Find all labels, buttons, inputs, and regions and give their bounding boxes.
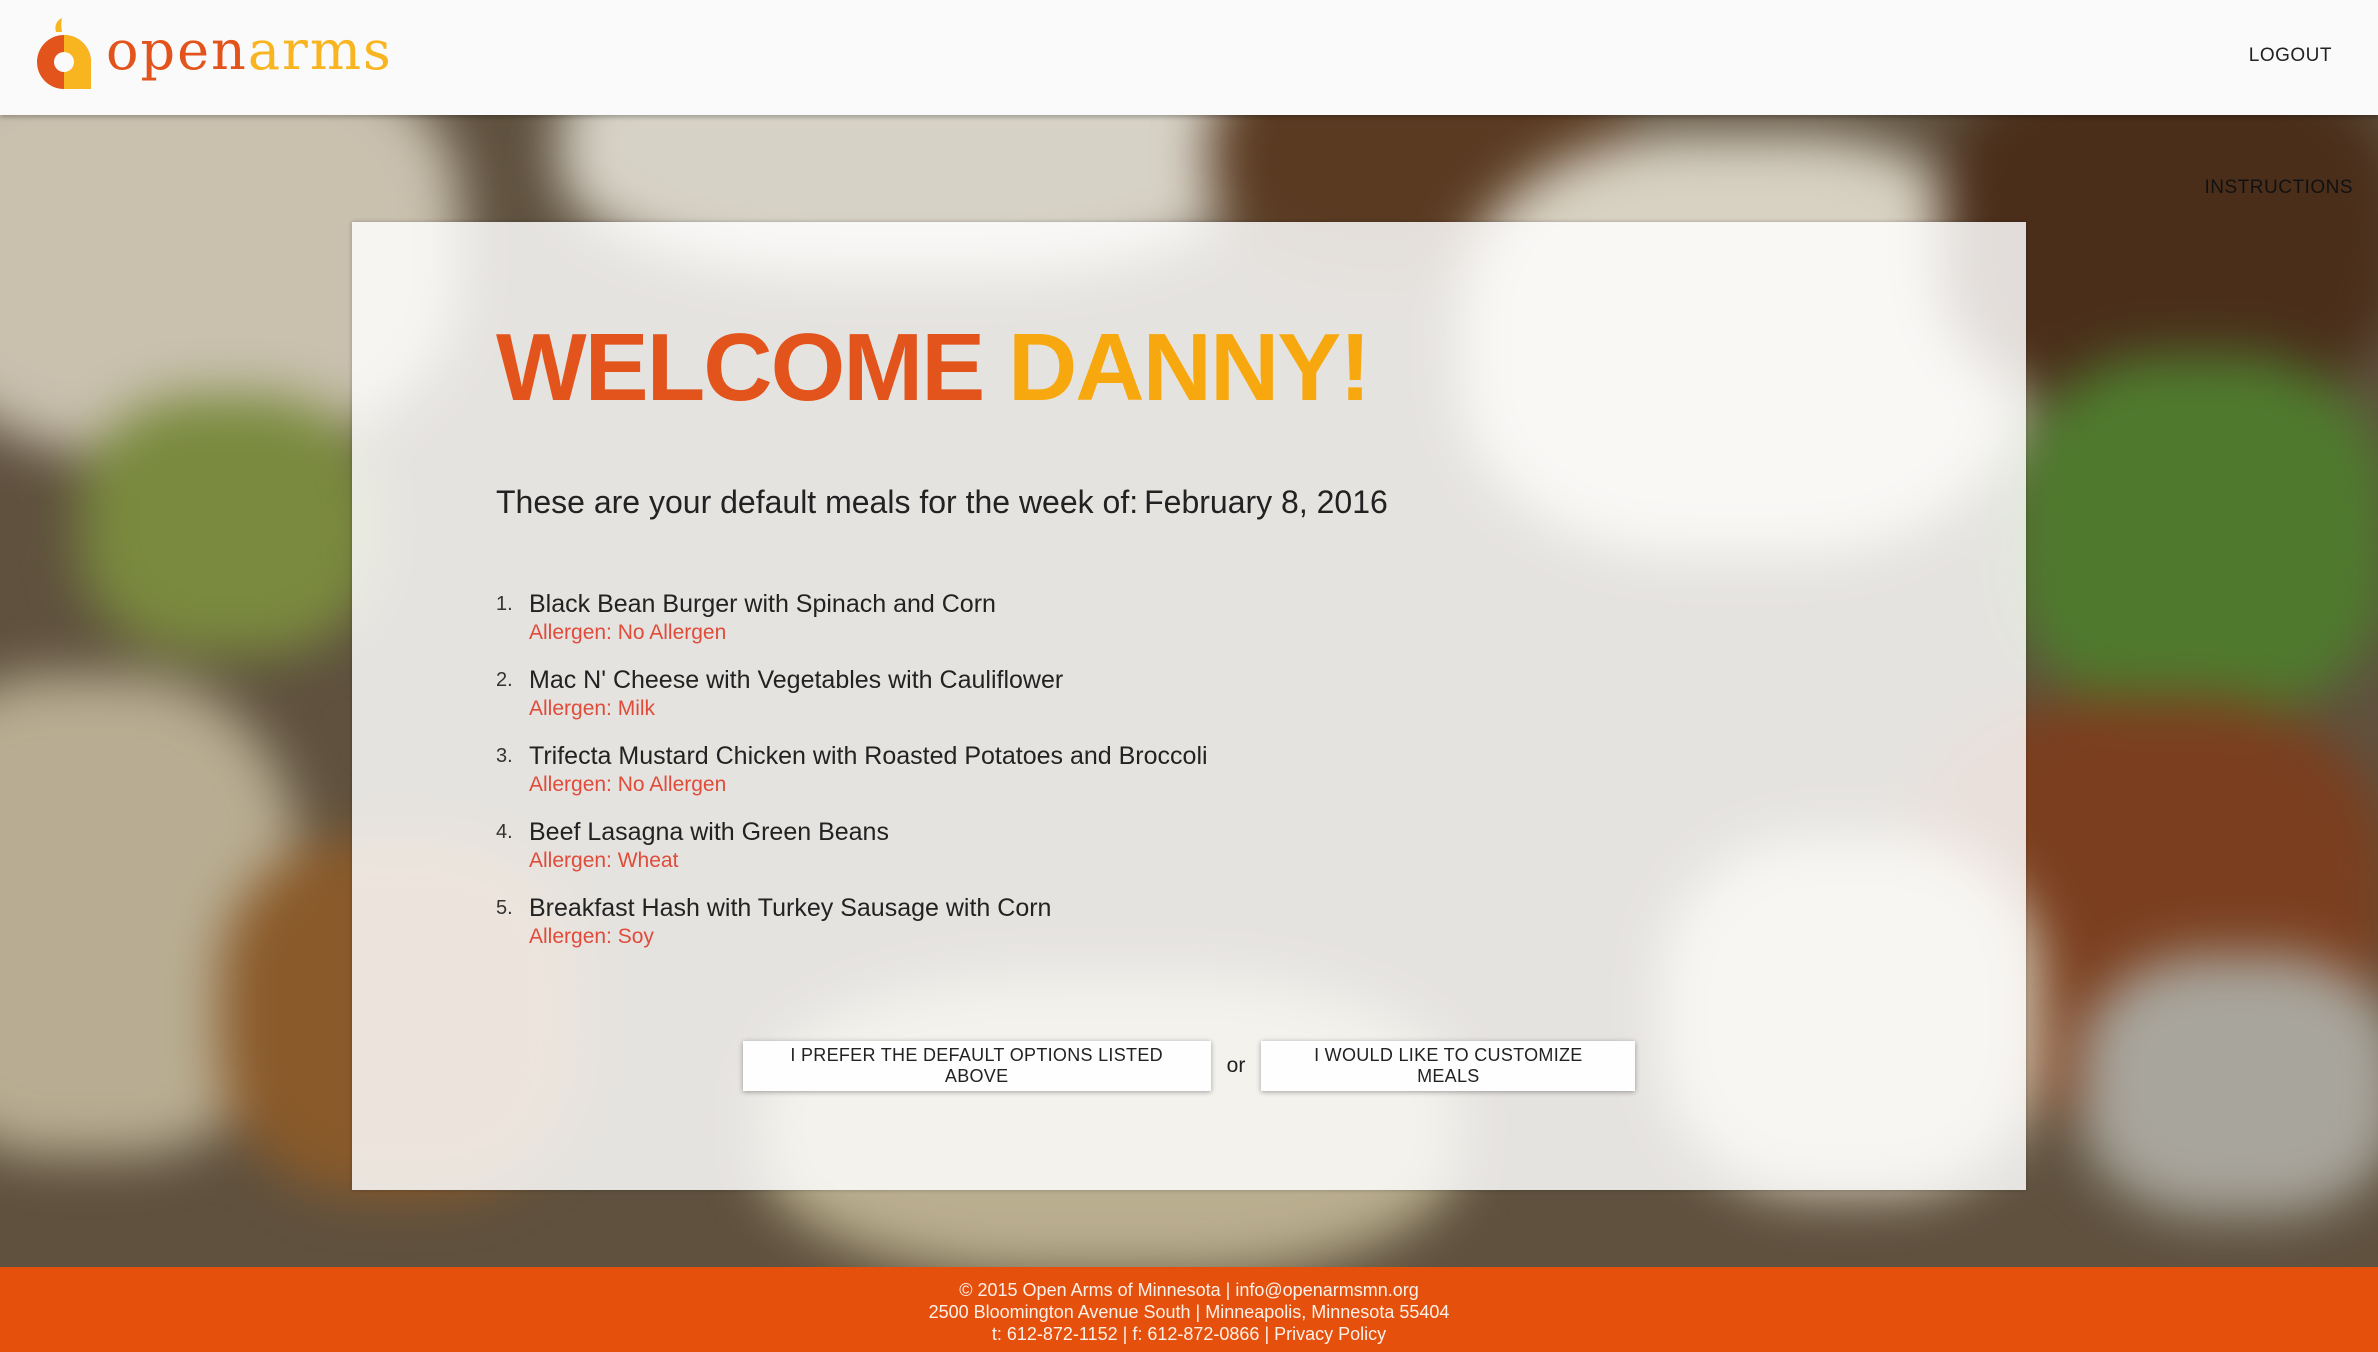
logout-link[interactable]: LOGOUT: [2249, 45, 2332, 67]
footer-separator: |: [1225, 1280, 1231, 1300]
meal-item: 3. Trifecta Mustard Chicken with Roasted…: [496, 740, 1208, 816]
meal-allergen: Allergen: No Allergen: [529, 621, 727, 644]
meal-number: 2.: [496, 669, 513, 691]
meal-name: Beef Lasagna with Green Beans: [529, 818, 889, 846]
meal-item: 5. Breakfast Hash with Turkey Sausage wi…: [496, 892, 1208, 968]
footer-separator: |: [1195, 1302, 1201, 1322]
meal-name: Black Bean Burger with Spinach and Corn: [529, 590, 996, 618]
meal-item: 1. Black Bean Burger with Spinach and Co…: [496, 588, 1208, 664]
meal-name: Mac N' Cheese with Vegetables with Cauli…: [529, 666, 1064, 694]
meal-name: Breakfast Hash with Turkey Sausage with …: [529, 894, 1052, 922]
meal-allergen: Allergen: Milk: [529, 697, 656, 720]
footer-line-1: © 2015 Open Arms of Minnesota | info@ope…: [0, 1279, 2378, 1301]
welcome-user-name: DANNY!: [1007, 314, 1371, 421]
footer-city: Minneapolis, Minnesota 55404: [1205, 1302, 1450, 1322]
default-meal-list: 1. Black Bean Burger with Spinach and Co…: [496, 588, 1208, 968]
meal-allergen: Allergen: No Allergen: [529, 773, 727, 796]
welcome-word: WELCOME: [496, 314, 985, 421]
footer-privacy-link[interactable]: Privacy Policy: [1274, 1324, 1386, 1344]
footer-fax: f: 612-872-0866: [1132, 1324, 1260, 1344]
or-separator: or: [1226, 1054, 1246, 1077]
footer-separator: |: [1264, 1324, 1270, 1344]
meal-choice-actions: I PREFER THE DEFAULT OPTIONS LISTED ABOV…: [352, 1041, 2026, 1091]
site-footer: © 2015 Open Arms of Minnesota | info@ope…: [0, 1267, 2378, 1352]
meal-name: Trifecta Mustard Chicken with Roasted Po…: [529, 742, 1208, 770]
meal-number: 5.: [496, 897, 513, 919]
footer-email-link[interactable]: info@openarmsmn.org: [1235, 1280, 1418, 1300]
logo-wordmark: openarms: [106, 24, 393, 78]
site-header: openarms LOGOUT: [0, 0, 2378, 115]
meal-number: 3.: [496, 745, 513, 767]
meal-number: 4.: [496, 821, 513, 843]
meal-item: 2. Mac N' Cheese with Vegetables with Ca…: [496, 664, 1208, 740]
footer-separator: |: [1122, 1324, 1128, 1344]
meal-allergen: Allergen: Soy: [529, 925, 654, 948]
footer-address: 2500 Bloomington Avenue South: [928, 1302, 1191, 1322]
instructions-link[interactable]: INSTRUCTIONS: [2205, 177, 2354, 199]
apple-a-logo-icon: [37, 18, 91, 89]
footer-line-3: t: 612-872-1152 | f: 612-872-0866 | Priv…: [0, 1323, 2378, 1345]
meal-allergen: Allergen: Wheat: [529, 849, 679, 872]
openarms-logo[interactable]: openarms: [34, 18, 393, 92]
meal-item: 4. Beef Lasagna with Green Beans Allerge…: [496, 816, 1208, 892]
footer-line-2: 2500 Bloomington Avenue South | Minneapo…: [0, 1301, 2378, 1323]
prefer-default-meals-button[interactable]: I PREFER THE DEFAULT OPTIONS LISTED ABOV…: [742, 1041, 1211, 1091]
logo-arms-text: arms: [247, 19, 393, 82]
logo-open-text: open: [106, 19, 248, 82]
week-date: February 8, 2016: [1144, 484, 1388, 520]
footer-copyright: © 2015 Open Arms of Minnesota: [959, 1280, 1221, 1300]
meal-number: 1.: [496, 593, 513, 615]
footer-phone: t: 612-872-1152: [991, 1324, 1118, 1344]
welcome-card: WELCOME DANNY! These are your default me…: [352, 222, 2026, 1190]
week-description: These are your default meals for the wee…: [496, 484, 1388, 521]
week-label: These are your default meals for the wee…: [496, 484, 1139, 520]
welcome-heading: WELCOME DANNY!: [496, 317, 1371, 419]
customize-meals-button[interactable]: I WOULD LIKE TO CUSTOMIZE MEALS: [1261, 1041, 1636, 1091]
